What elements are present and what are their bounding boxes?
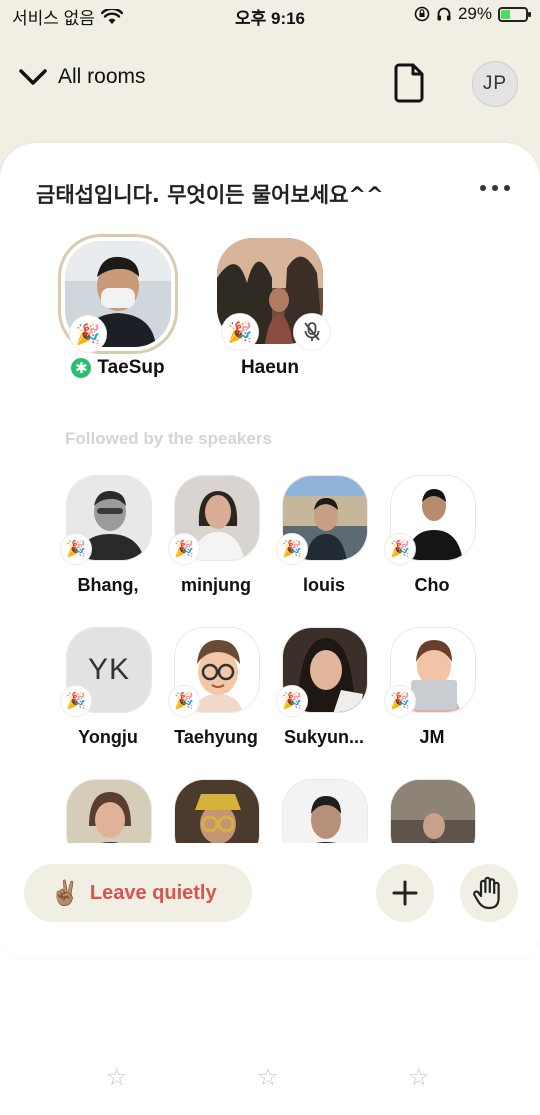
add-button[interactable] bbox=[376, 864, 434, 922]
muted-mic-badge bbox=[293, 313, 331, 351]
room-nav-bar: All rooms JP bbox=[0, 55, 540, 111]
all-rooms-button[interactable]: All rooms bbox=[18, 65, 146, 89]
listener-name: Sukyun... bbox=[283, 727, 364, 747]
speaker-name-row: ✱ TaeSup bbox=[53, 357, 183, 379]
profile-avatar-button[interactable]: JP bbox=[472, 61, 518, 107]
status-bar: 서비스 없음 오후 9:16 29% bbox=[0, 0, 540, 30]
plus-icon bbox=[392, 880, 418, 906]
party-badge: 🎉 bbox=[60, 685, 92, 717]
peace-hand-icon: ✌🏽 bbox=[50, 879, 80, 907]
star-icon[interactable]: ☆ bbox=[408, 1063, 430, 1092]
battery-icon bbox=[498, 6, 531, 22]
orientation-lock-icon bbox=[414, 6, 430, 22]
speaker-name: Haeun bbox=[240, 357, 300, 378]
raise-hand-button[interactable] bbox=[460, 864, 518, 922]
leave-quietly-button[interactable]: ✌🏽 Leave quietly bbox=[24, 864, 252, 922]
headphones-icon bbox=[437, 7, 451, 21]
party-badge: 🎉 bbox=[276, 533, 308, 565]
listener-name: Cho bbox=[414, 575, 450, 595]
mic-off-icon bbox=[304, 322, 320, 341]
document-icon bbox=[394, 63, 424, 103]
document-button[interactable] bbox=[392, 63, 426, 103]
party-badge: 🎉 bbox=[384, 685, 416, 717]
room-card: 금태섭입니다. 무엇이든 물어보세요^^ 🎉 ✱ TaeSup 🎉 Haeun … bbox=[0, 143, 540, 958]
party-badge: 🎉 bbox=[168, 533, 200, 565]
party-badge: 🎉 bbox=[276, 685, 308, 717]
speaker-name: TaeSup bbox=[97, 357, 165, 378]
listener-name: Yongju bbox=[78, 727, 138, 747]
star-icon[interactable]: ☆ bbox=[106, 1063, 128, 1092]
all-rooms-label: All rooms bbox=[58, 65, 146, 88]
party-badge: 🎉 bbox=[60, 533, 92, 565]
raise-hand-icon bbox=[473, 876, 500, 910]
bottom-tab-bar: ☆ ☆ ☆ bbox=[0, 1063, 540, 1093]
listener-name: louis bbox=[302, 575, 345, 595]
star-icon[interactable]: ☆ bbox=[257, 1063, 279, 1092]
listener-name: minjung bbox=[181, 575, 251, 595]
listener-name: JM bbox=[419, 727, 445, 747]
leave-quietly-label: Leave quietly bbox=[89, 881, 217, 904]
room-title: 금태섭입니다. 무엇이든 물어보세요^^ bbox=[36, 183, 384, 207]
more-options-button[interactable] bbox=[480, 185, 510, 191]
battery-percent: 29% bbox=[457, 4, 492, 23]
chevron-down-icon bbox=[19, 69, 47, 85]
party-badge: 🎉 bbox=[221, 313, 259, 351]
listener-name: Bhang, bbox=[77, 575, 139, 595]
party-badge: 🎉 bbox=[69, 315, 107, 353]
listener-name: Taehyung bbox=[174, 727, 258, 747]
party-badge: 🎉 bbox=[384, 533, 416, 565]
room-action-bar: ✌🏽 Leave quietly bbox=[0, 843, 540, 958]
moderator-icon: ✱ bbox=[71, 358, 92, 378]
followed-by-speakers-label: Followed by the speakers bbox=[65, 429, 272, 448]
party-badge: 🎉 bbox=[168, 685, 200, 717]
